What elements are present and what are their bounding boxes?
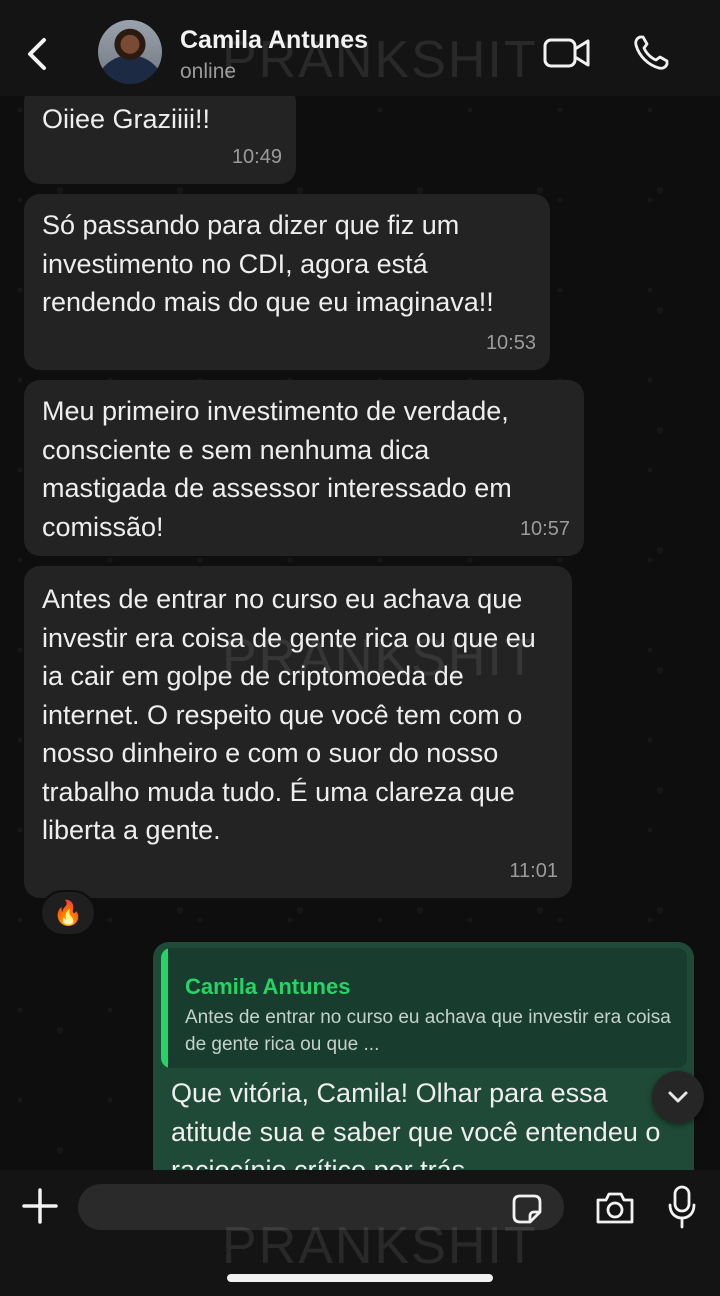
quoted-reply[interactable]: Camila Antunes Antes de entrar no curso … <box>161 948 687 1068</box>
composer-bar <box>0 1170 720 1296</box>
reaction-badge[interactable]: 🔥 <box>40 890 96 936</box>
message-text: Só passando para dizer que fiz um invest… <box>42 210 494 317</box>
message-time: 11:01 <box>509 859 558 882</box>
chevron-down-icon <box>668 1091 688 1103</box>
contact-name[interactable]: Camila Antunes <box>180 26 368 55</box>
message-time: 10:49 <box>231 145 282 168</box>
message-bubble[interactable]: Meu primeiro investimento de verdade, co… <box>24 380 584 556</box>
message-time: 10:53 <box>485 331 536 354</box>
message-time: 10:57 <box>519 517 570 540</box>
message-bubble[interactable]: Oiiee Graziiii!! 10:49 <box>24 86 296 184</box>
outgoing-message-bubble[interactable]: Camila Antunes Antes de entrar no curso … <box>153 942 694 1202</box>
chevron-left-icon[interactable] <box>22 34 52 74</box>
home-indicator <box>227 1274 493 1282</box>
video-camera-icon[interactable] <box>543 36 591 70</box>
microphone-icon[interactable] <box>667 1185 697 1229</box>
plus-icon[interactable] <box>20 1186 60 1226</box>
message-bubble[interactable]: Só passando para dizer que fiz um invest… <box>24 194 550 370</box>
message-text: Oiiee Graziiii!! <box>42 104 211 134</box>
fire-emoji: 🔥 <box>53 899 83 927</box>
message-bubble[interactable]: Antes de entrar no curso eu achava que i… <box>24 566 572 898</box>
message-input[interactable] <box>78 1184 564 1230</box>
chat-header: Camila Antunes online <box>0 0 720 96</box>
camera-icon[interactable] <box>594 1190 636 1226</box>
quote-text: Antes de entrar no curso eu achava que i… <box>185 1007 671 1055</box>
quote-accent-bar <box>161 948 168 1068</box>
message-text: Meu primeiro investimento de verdade, co… <box>42 396 512 542</box>
contact-status: online <box>180 60 237 83</box>
phone-icon[interactable] <box>632 34 670 72</box>
avatar[interactable] <box>98 20 162 84</box>
scroll-to-bottom-button[interactable] <box>652 1071 704 1123</box>
message-text: Antes de entrar no curso eu achava que i… <box>42 584 536 845</box>
quote-author: Camila Antunes <box>185 974 351 999</box>
sticker-icon[interactable] <box>510 1192 544 1226</box>
